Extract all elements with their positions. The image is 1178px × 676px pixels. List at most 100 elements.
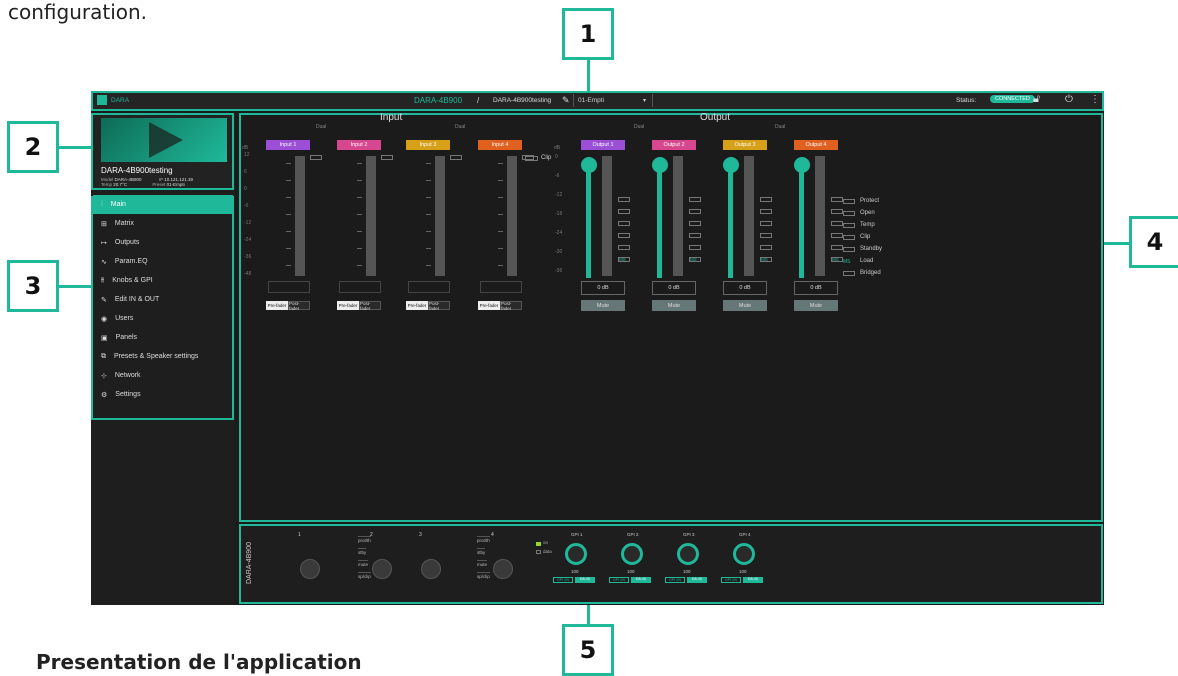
output-channel-label[interactable]: Output 4 [794,140,838,150]
input-channel-label[interactable]: Input 1 [266,140,310,150]
prefader-button[interactable]: Pre-fader [406,301,428,310]
output-ms-label: MS [690,257,697,262]
input-clip-led [310,155,322,160]
output-scale-tick: -6 [555,173,560,179]
output-mute-button[interactable]: Mute [794,300,838,311]
input-scale-tick: -6 [244,203,249,209]
input-value-box[interactable] [339,281,381,293]
input-value-box[interactable] [480,281,522,293]
input-tick [426,265,431,266]
output-gain-value[interactable]: 0 dB [581,281,625,295]
callout-3-line [59,285,91,288]
postfader-button[interactable]: Post-fader [500,301,522,311]
output-status-led [689,233,701,238]
input-tick [357,163,362,164]
output-status-list: Protect Open Temp Clip Standby MS Load Br… [843,195,882,279]
input-scale-tick: 6 [244,169,247,175]
highlight-bottom-panel [239,524,1103,604]
callout-4-line [1104,242,1129,245]
output-fader-knob[interactable] [581,157,597,173]
input-scale-tick: -24 [244,237,252,243]
output-fader-knob[interactable] [723,157,739,173]
input-tick [498,265,503,266]
output-channel-label[interactable]: Output 1 [581,140,625,150]
clip-led [525,155,538,161]
output-scale-tick: 0 [555,154,558,160]
output-channel-label[interactable]: Output 3 [723,140,767,150]
output-status-led [760,233,772,238]
output-fader-track[interactable] [799,163,804,278]
caption-text: configuration. [8,0,148,24]
input-tick [286,265,291,266]
output-level-meter [602,156,612,276]
input-value-box[interactable] [268,281,310,293]
output-gain-value[interactable]: 0 dB [652,281,696,295]
input-tick [426,214,431,215]
input-tick [498,231,503,232]
output-level-meter [673,156,683,276]
output-status-led [760,209,772,214]
postfader-button[interactable]: Post-fader [359,301,381,311]
output-gain-value[interactable]: 0 dB [794,281,838,295]
input-tick [286,231,291,232]
input-tick [286,248,291,249]
status-temp: Temp [843,219,882,231]
status-standby: Standby [843,243,882,255]
input-tick [357,197,362,198]
output-gain-value[interactable]: 0 dB [723,281,767,295]
input-channel-label[interactable]: Input 3 [406,140,450,150]
input-channel-label[interactable]: Input 4 [478,140,522,150]
output-fader-track[interactable] [728,163,733,278]
output-mute-button[interactable]: Mute [723,300,767,311]
prefader-button[interactable]: Pre-fader [266,301,288,310]
input-value-box[interactable] [408,281,450,293]
output-status-led [689,245,701,250]
input-level-meter [366,156,376,276]
postfader-button[interactable]: Post-fader [288,301,310,311]
postfader-button[interactable]: Post-fader [428,301,450,311]
status-load: MS Load [843,258,874,265]
status-open: Open [843,207,882,219]
output-fader-track[interactable] [586,163,591,278]
output-level-meter [815,156,825,276]
callout-4: 4 [1129,216,1178,268]
input-title: Input [380,112,403,123]
output-fader-track[interactable] [657,163,662,278]
callout-1-line [587,60,590,91]
output-status-led [618,221,630,226]
input-scale-tick: 12 [244,152,250,158]
output-status-led [618,209,630,214]
output-fader-knob[interactable] [652,157,668,173]
highlight-nav-menu [91,196,234,420]
input-tick [357,180,362,181]
input-channel-label[interactable]: Input 2 [337,140,381,150]
prefader-button[interactable]: Pre-fader [478,301,500,310]
callout-2-line [59,146,91,149]
bottom-caption: Presentation de l'application [36,650,362,674]
output-status-led [618,197,630,202]
input-tick [498,163,503,164]
highlight-topbar [91,91,1104,111]
output-dual-label-2: Dual [775,124,786,130]
input-tick [498,214,503,215]
sidebar: DARA-4B900testing Model DARA-4B900 IP 10… [91,113,235,605]
output-ms-label: MS [619,257,626,262]
input-tick [357,265,362,266]
prefader-button[interactable]: Pre-fader [337,301,359,310]
input-tick [426,197,431,198]
output-mute-button[interactable]: Mute [652,300,696,311]
input-dual-label-2: Dual [455,124,466,130]
output-channel-label[interactable]: Output 2 [652,140,696,150]
output-mute-button[interactable]: Mute [581,300,625,311]
input-scale-tick: 0 [244,186,247,192]
input-tick [286,214,291,215]
output-scale-tick: -18 [555,211,563,217]
input-db-label: dB [242,145,249,151]
input-tick [357,231,362,232]
input-tick [426,248,431,249]
input-tick [286,180,291,181]
output-fader-knob[interactable] [794,157,810,173]
input-level-meter [507,156,517,276]
output-dual-label-1: Dual [634,124,645,130]
highlight-device-card [91,113,234,190]
